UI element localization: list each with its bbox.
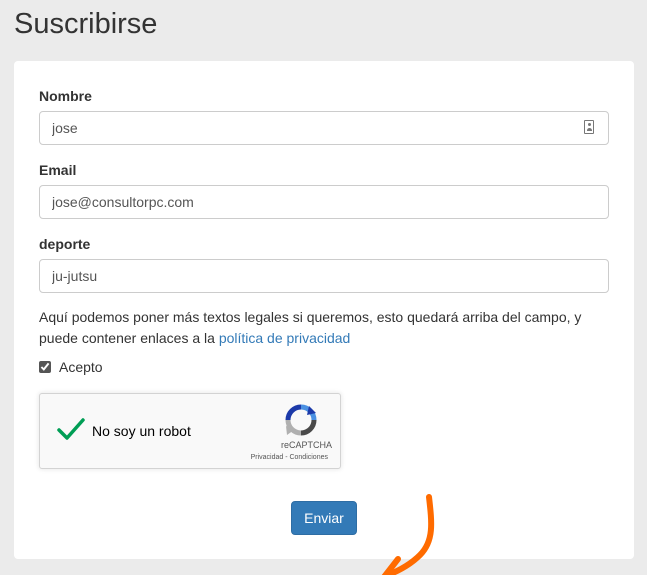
email-label: Email	[39, 162, 77, 178]
accept-row[interactable]: Acepto	[39, 359, 103, 375]
subscribe-form-card: Nombre Email deporte Aquí podemos poner …	[14, 61, 634, 575]
submit-button[interactable]: Enviar	[291, 501, 357, 535]
page-title: Suscribirse	[14, 8, 158, 40]
accept-label: Acepto	[59, 359, 103, 375]
legal-text: Aquí podemos poner más textos legales si…	[39, 307, 609, 349]
recaptcha-label: No soy un robot	[92, 423, 191, 439]
recaptcha-terms[interactable]: Privacidad - Condiciones	[230, 454, 328, 461]
recaptcha-brand: reCAPTCHA	[280, 440, 332, 450]
email-input[interactable]	[39, 185, 609, 219]
checkmark-icon[interactable]	[56, 414, 86, 444]
privacy-policy-link[interactable]: política de privacidad	[219, 330, 351, 346]
recaptcha-widget: No soy un robot reCAPTCHA Privacidad - C…	[39, 393, 341, 469]
name-input[interactable]	[39, 111, 609, 145]
name-label: Nombre	[39, 88, 92, 104]
sport-input[interactable]	[39, 259, 609, 293]
contact-card-icon[interactable]	[584, 120, 594, 134]
accept-checkbox[interactable]	[39, 361, 51, 373]
recaptcha-logo-icon	[285, 404, 317, 436]
arrow-annotation-icon	[381, 494, 435, 575]
sport-label: deporte	[39, 236, 91, 252]
